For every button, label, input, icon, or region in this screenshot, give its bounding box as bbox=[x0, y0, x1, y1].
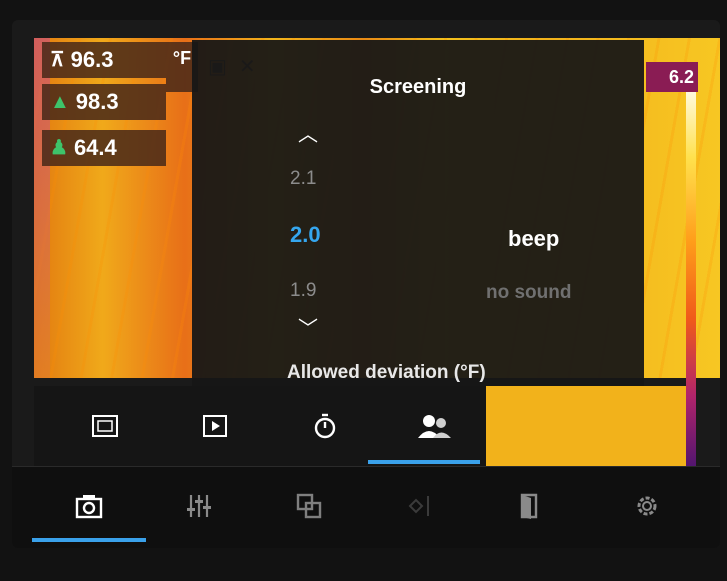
people-screening-icon bbox=[418, 415, 451, 438]
frame-mode-button[interactable] bbox=[50, 386, 160, 466]
thermal-image-strip bbox=[486, 386, 686, 466]
settings-button[interactable] bbox=[592, 467, 702, 545]
layers-tool-button[interactable] bbox=[254, 467, 364, 545]
screening-mode-button[interactable] bbox=[380, 386, 490, 466]
reference-temp-readout: ♟ 64.4 bbox=[42, 130, 166, 166]
sound-option-selected[interactable]: beep bbox=[508, 226, 559, 252]
timer-icon bbox=[314, 413, 336, 439]
focus-icon bbox=[408, 496, 429, 516]
alarm-temp-value: 98.3 bbox=[75, 89, 119, 114]
sliders-icon bbox=[187, 495, 211, 517]
video-mode-button[interactable] bbox=[160, 386, 270, 466]
door-icon bbox=[520, 493, 538, 519]
mode-selected-indicator bbox=[368, 460, 480, 464]
door-tool-button[interactable] bbox=[474, 467, 584, 545]
chevron-up-icon[interactable]: ︿ bbox=[298, 118, 318, 147]
max-temp-icon: ⊼ bbox=[50, 49, 65, 71]
deviation-option[interactable]: 2.1 bbox=[290, 168, 316, 190]
reference-temp-value: 64.4 bbox=[73, 135, 117, 160]
screening-panel: Screening ︿ 2.1 2.0 1.9 ﹀ beep no sound … bbox=[192, 40, 644, 386]
frame-icon bbox=[92, 415, 118, 437]
deviation-option-selected[interactable]: 2.0 bbox=[290, 222, 321, 248]
camera-screen: 6.2 ⊼ 96.3 °F ▲ 98.3 ♟ 64.4 ▣✕ Screening… bbox=[12, 20, 720, 548]
sound-option[interactable]: no sound bbox=[486, 282, 571, 304]
mode-tab-bar bbox=[34, 386, 486, 466]
person-icon: ♟ bbox=[50, 137, 68, 159]
bottom-toolbar bbox=[12, 466, 720, 548]
alarm-temp-readout: ▲ 98.3 bbox=[42, 84, 166, 120]
toolbar-selected-indicator bbox=[32, 538, 146, 542]
chevron-down-icon[interactable]: ﹀ bbox=[298, 312, 318, 341]
deviation-option[interactable]: 1.9 bbox=[290, 280, 316, 302]
timer-mode-button[interactable] bbox=[270, 386, 380, 466]
focus-tool-button[interactable] bbox=[364, 467, 474, 545]
max-temp-readout: ⊼ 96.3 bbox=[42, 42, 166, 78]
panel-caption: Allowed deviation (°F) bbox=[287, 362, 486, 383]
bell-icon: ▲ bbox=[50, 91, 70, 113]
scale-max-label: 6.2 bbox=[646, 62, 698, 92]
temperature-scale-bar bbox=[686, 88, 696, 473]
video-icon bbox=[203, 415, 227, 437]
camera-tool-button[interactable] bbox=[34, 467, 144, 545]
camera-icon bbox=[75, 495, 103, 519]
max-temp-value: 96.3 bbox=[70, 47, 114, 72]
panel-title: Screening bbox=[369, 76, 467, 98]
adjust-tool-button[interactable] bbox=[144, 467, 254, 545]
layers-icon bbox=[296, 493, 322, 519]
gear-icon bbox=[637, 496, 657, 516]
